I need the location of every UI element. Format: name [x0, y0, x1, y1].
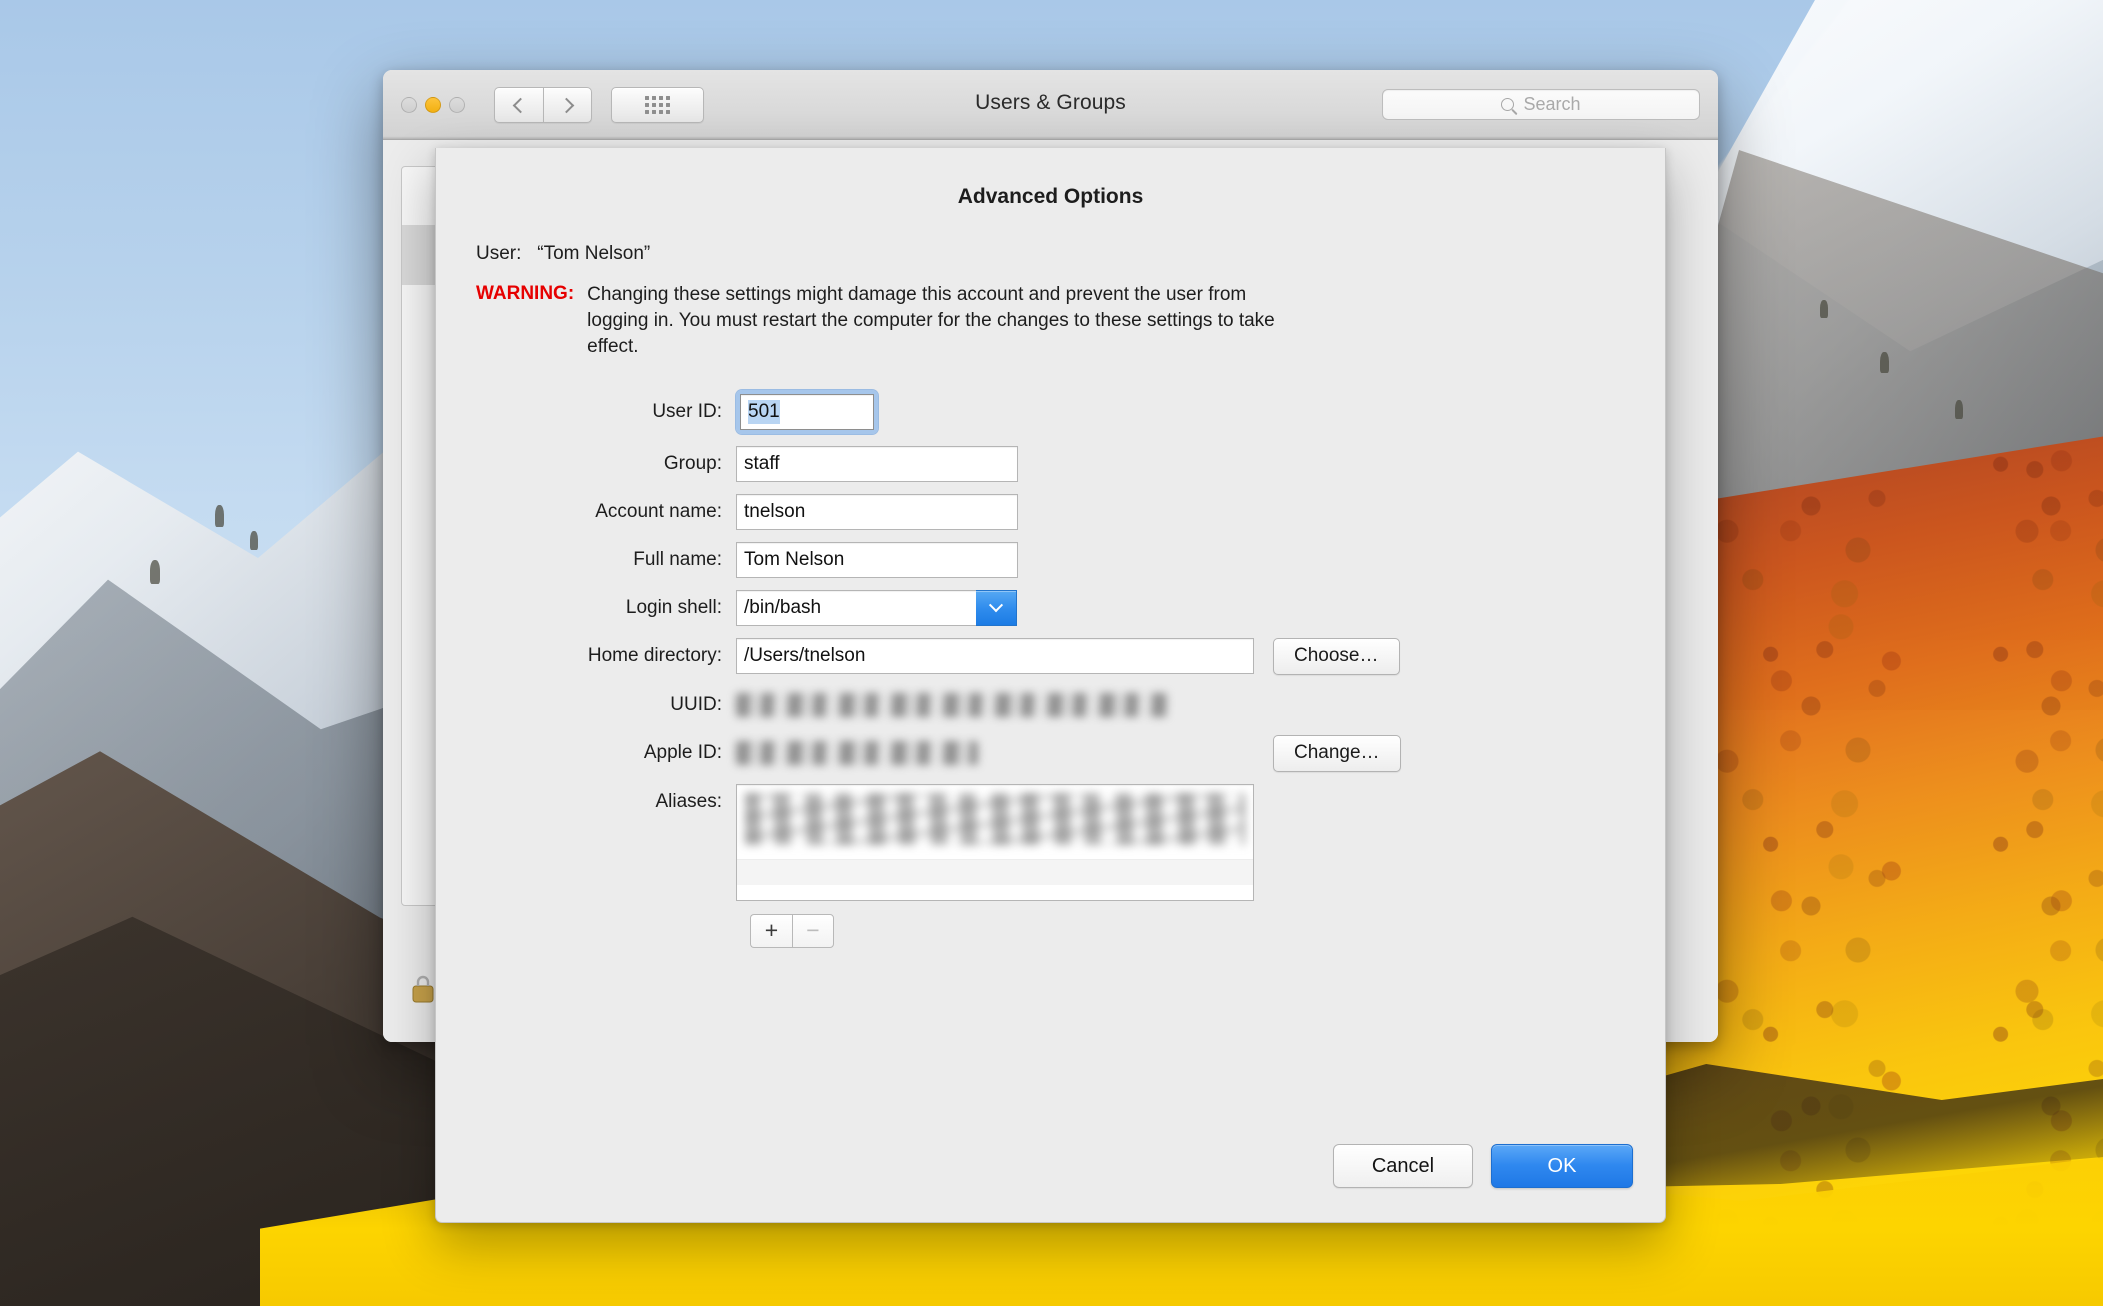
row-account-name: Account name: tnelson: [436, 493, 1665, 530]
row-user-id: User ID: 501: [436, 389, 1665, 434]
aliases-listbox[interactable]: [736, 783, 1254, 901]
warning-text: Changing these settings might damage thi…: [587, 284, 1275, 358]
choose-button[interactable]: Choose…: [1273, 637, 1400, 675]
login-shell-combobox[interactable]: /bin/bash: [736, 589, 1017, 626]
chevron-down-icon: [988, 597, 1004, 612]
ok-button[interactable]: OK: [1491, 1144, 1633, 1188]
aliases-listbox-footer: [737, 858, 1253, 885]
aliases-redacted-content: [745, 792, 1245, 845]
login-shell-value: /bin/bash: [744, 596, 822, 618]
advanced-options-form: User ID: 501 Group: staff Account name: …: [436, 389, 1665, 948]
lock-icon[interactable]: [411, 974, 435, 1004]
full-name-label: Full name:: [633, 548, 722, 570]
sheet-title: Advanced Options: [957, 185, 1144, 208]
change-button[interactable]: Change…: [1273, 734, 1401, 772]
user-id-value: 501: [748, 399, 780, 424]
wallpaper-tree: [250, 531, 258, 550]
account-name-label: Account name:: [595, 500, 722, 522]
login-shell-dropdown-button[interactable]: [976, 589, 1017, 626]
user-value: “Tom Nelson”: [537, 243, 651, 264]
cancel-button[interactable]: Cancel: [1333, 1144, 1473, 1188]
apple-id-redacted-value: [736, 741, 978, 766]
user-id-label: User ID:: [652, 400, 722, 422]
row-group: Group: staff: [436, 445, 1665, 482]
row-aliases: Aliases:: [436, 783, 1665, 901]
row-uuid: UUID:: [436, 687, 1665, 723]
row-login-shell: Login shell: /bin/bash: [436, 589, 1665, 626]
account-name-input[interactable]: tnelson: [736, 493, 1018, 530]
home-directory-label: Home directory:: [587, 645, 722, 667]
row-apple-id: Apple ID: Change…: [436, 734, 1665, 772]
login-shell-label: Login shell:: [625, 596, 722, 618]
home-directory-value: /Users/tnelson: [744, 645, 866, 667]
window-toolbar: Users & Groups Search: [383, 70, 1718, 140]
remove-alias-button: −: [792, 913, 834, 948]
group-value: staff: [744, 452, 780, 474]
account-name-value: tnelson: [744, 500, 806, 522]
row-full-name: Full name: Tom Nelson: [436, 541, 1665, 578]
uuid-label: UUID:: [670, 693, 722, 715]
uuid-value-area: [736, 687, 1168, 723]
group-label: Group:: [663, 452, 722, 474]
user-id-focus-ring: 501: [736, 389, 878, 434]
advanced-options-sheet: Advanced Options User: “Tom Nelson” WARN…: [435, 148, 1666, 1223]
search-icon: [1501, 98, 1515, 111]
add-alias-button[interactable]: +: [750, 913, 792, 948]
full-name-input[interactable]: Tom Nelson: [736, 541, 1018, 578]
home-directory-input[interactable]: /Users/tnelson: [736, 638, 1254, 675]
sheet-footer: Cancel OK: [1333, 1144, 1633, 1188]
user-line: User: “Tom Nelson”: [476, 243, 1665, 265]
apple-id-label: Apple ID:: [643, 742, 722, 764]
user-id-input[interactable]: 501: [740, 393, 874, 430]
warning-block: WARNING: Changing these settings might d…: [476, 282, 1665, 361]
user-label: User:: [476, 243, 522, 264]
wallpaper-tree: [1880, 352, 1889, 373]
uuid-redacted-value: [736, 692, 1168, 717]
wallpaper-tree: [150, 560, 160, 584]
login-shell-input[interactable]: /bin/bash: [736, 589, 976, 626]
apple-id-value-area: [736, 735, 1254, 771]
alias-segmented-control: + −: [750, 913, 1665, 948]
search-field[interactable]: Search: [1382, 89, 1700, 120]
row-home-directory: Home directory: /Users/tnelson Choose…: [436, 637, 1665, 675]
full-name-value: Tom Nelson: [744, 548, 845, 570]
search-placeholder: Search: [1523, 94, 1581, 114]
aliases-label: Aliases:: [655, 790, 722, 812]
warning-label: WARNING:: [476, 283, 575, 304]
wallpaper-tree: [1955, 400, 1963, 419]
wallpaper-tree: [215, 505, 224, 527]
group-input[interactable]: staff: [736, 445, 1018, 482]
wallpaper-tree: [1820, 300, 1828, 318]
